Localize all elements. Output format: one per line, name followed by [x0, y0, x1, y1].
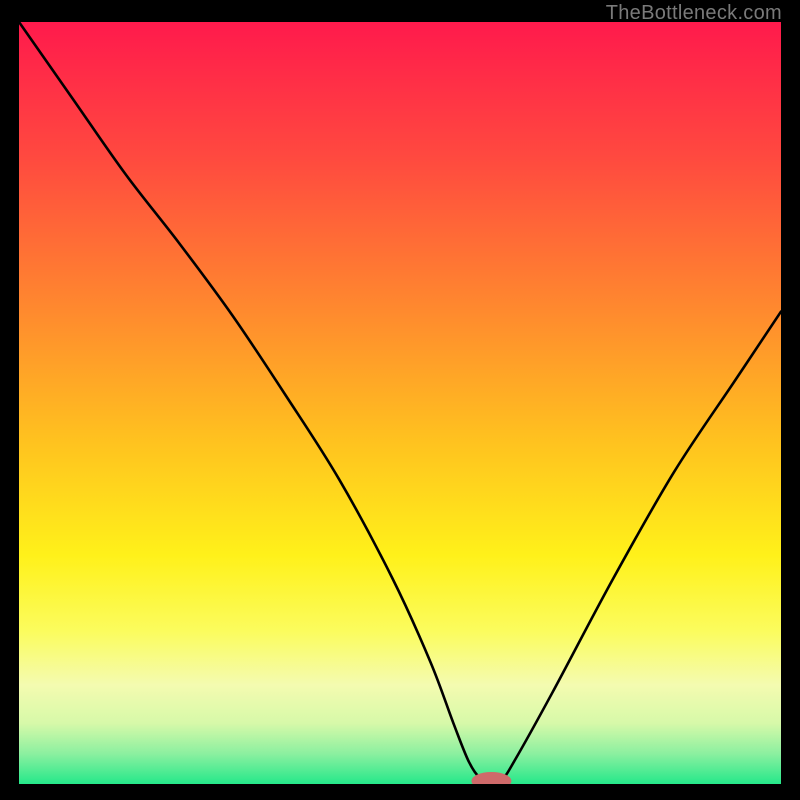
chart-frame: TheBottleneck.com	[0, 0, 800, 800]
chart-svg	[19, 22, 781, 784]
plot-area	[19, 22, 781, 784]
gradient-background	[19, 22, 781, 784]
watermark-text: TheBottleneck.com	[606, 2, 782, 25]
